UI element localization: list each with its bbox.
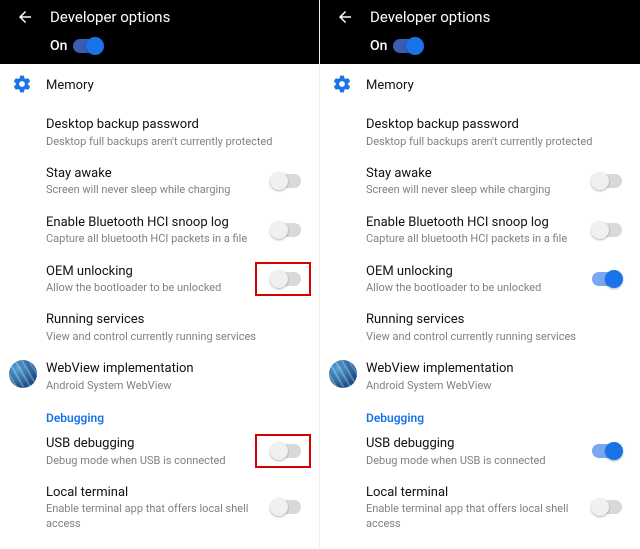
item-subtitle: View and control currently running servi…: [366, 330, 626, 344]
item-subtitle: Enable terminal app that offers local sh…: [366, 502, 582, 531]
item-title: Local terminal: [46, 484, 261, 502]
stay-awake-row[interactable]: Stay awakeScreen will never sleep while …: [0, 157, 319, 206]
stay-awake-row[interactable]: Stay awakeScreen will never sleep while …: [320, 157, 640, 206]
item-title: Local terminal: [366, 484, 582, 502]
item-title: Running services: [366, 311, 626, 329]
master-switch-label: On: [50, 38, 67, 54]
item-title: USB debugging: [366, 435, 582, 453]
desktop-backup-password-row[interactable]: Desktop backup passwordDesktop full back…: [0, 108, 319, 157]
master-switch-toggle[interactable]: [393, 39, 423, 53]
webview-icon: [329, 360, 357, 388]
back-button[interactable]: [12, 8, 38, 26]
item-title: Desktop backup password: [46, 116, 305, 134]
item-title: USB debugging: [46, 435, 261, 453]
mock-location-row[interactable]: Select mock location appNo mock location…: [320, 539, 640, 549]
stay-awake-toggle[interactable]: [271, 174, 301, 188]
item-title: WebView implementation: [46, 360, 305, 378]
running-services-row[interactable]: Running servicesView and control current…: [320, 303, 640, 352]
gear-icon: [330, 72, 354, 96]
item-subtitle: Desktop full backups aren't currently pr…: [366, 135, 626, 149]
item-title: Memory: [46, 77, 305, 95]
local-terminal-row[interactable]: Local terminalEnable terminal app that o…: [0, 476, 319, 539]
item-title: Desktop backup password: [366, 116, 626, 134]
item-title: Stay awake: [46, 165, 261, 183]
usb-debugging-toggle[interactable]: [271, 444, 301, 458]
page-title: Developer options: [370, 8, 490, 26]
page-title: Developer options: [50, 8, 170, 26]
webview-icon: [9, 360, 37, 388]
item-subtitle: Screen will never sleep while charging: [366, 183, 582, 197]
section-label: Debugging: [366, 411, 626, 425]
master-switch-toggle[interactable]: [73, 39, 103, 53]
app-header: Developer options On: [320, 0, 640, 64]
oem-unlocking-row[interactable]: OEM unlockingAllow the bootloader to be …: [0, 255, 319, 304]
item-title: Enable Bluetooth HCI snoop log: [46, 214, 261, 232]
item-subtitle: Android System WebView: [46, 379, 305, 393]
bt-hci-snoop-toggle[interactable]: [271, 223, 301, 237]
item-subtitle: Screen will never sleep while charging: [46, 183, 261, 197]
item-title: WebView implementation: [366, 360, 626, 378]
webview-impl-row[interactable]: WebView implementationAndroid System Web…: [320, 352, 640, 401]
local-terminal-row[interactable]: Local terminalEnable terminal app that o…: [320, 476, 640, 539]
usb-debugging-row[interactable]: USB debuggingDebug mode when USB is conn…: [0, 427, 319, 476]
settings-list[interactable]: Memory Desktop backup passwordDesktop ful…: [320, 64, 640, 549]
arrow-left-icon: [336, 8, 354, 26]
settings-list[interactable]: Memory Desktop backup passwordDesktop ful…: [0, 64, 319, 549]
running-services-row[interactable]: Running servicesView and control current…: [0, 303, 319, 352]
item-subtitle: Capture all bluetooth HCI packets in a f…: [46, 232, 261, 246]
usb-debugging-toggle[interactable]: [592, 444, 622, 458]
item-subtitle: View and control currently running servi…: [46, 330, 305, 344]
oem-unlocking-toggle[interactable]: [592, 272, 622, 286]
oem-unlocking-toggle[interactable]: [271, 272, 301, 286]
arrow-left-icon: [16, 8, 34, 26]
stay-awake-toggle[interactable]: [592, 174, 622, 188]
item-subtitle: Enable terminal app that offers local sh…: [46, 502, 261, 531]
back-button[interactable]: [332, 8, 358, 26]
item-subtitle: Allow the bootloader to be unlocked: [366, 281, 582, 295]
debugging-section: Debugging: [0, 401, 319, 427]
master-switch-label: On: [370, 38, 387, 54]
item-subtitle: Allow the bootloader to be unlocked: [46, 281, 261, 295]
item-title: OEM unlocking: [366, 263, 582, 281]
screenshot-after: Developer options On Memory Desktop backup …: [320, 0, 640, 549]
memory-row[interactable]: Memory: [320, 64, 640, 108]
debugging-section: Debugging: [320, 401, 640, 427]
item-title: Enable Bluetooth HCI snoop log: [366, 214, 582, 232]
memory-row[interactable]: Memory: [0, 64, 319, 108]
webview-impl-row[interactable]: WebView implementationAndroid System Web…: [0, 352, 319, 401]
item-subtitle: Android System WebView: [366, 379, 626, 393]
item-title: Stay awake: [366, 165, 582, 183]
bt-hci-snoop-row[interactable]: Enable Bluetooth HCI snoop logCapture al…: [0, 206, 319, 255]
gear-icon: [10, 72, 34, 96]
section-label: Debugging: [46, 411, 305, 425]
usb-debugging-row[interactable]: USB debuggingDebug mode when USB is conn…: [320, 427, 640, 476]
bt-hci-snoop-row[interactable]: Enable Bluetooth HCI snoop logCapture al…: [320, 206, 640, 255]
item-subtitle: Desktop full backups aren't currently pr…: [46, 135, 305, 149]
item-subtitle: Debug mode when USB is connected: [46, 454, 261, 468]
item-title: OEM unlocking: [46, 263, 261, 281]
item-subtitle: Debug mode when USB is connected: [366, 454, 582, 468]
mock-location-row[interactable]: Select mock location appNo mock location…: [0, 539, 319, 549]
local-terminal-toggle[interactable]: [592, 500, 622, 514]
app-header: Developer options On: [0, 0, 319, 64]
item-subtitle: Capture all bluetooth HCI packets in a f…: [366, 232, 582, 246]
item-title: Running services: [46, 311, 305, 329]
local-terminal-toggle[interactable]: [271, 500, 301, 514]
bt-hci-snoop-toggle[interactable]: [592, 223, 622, 237]
oem-unlocking-row[interactable]: OEM unlockingAllow the bootloader to be …: [320, 255, 640, 304]
screenshot-before: Developer options On Memory Desktop backup …: [0, 0, 320, 549]
item-title: Memory: [366, 77, 626, 95]
desktop-backup-password-row[interactable]: Desktop backup passwordDesktop full back…: [320, 108, 640, 157]
